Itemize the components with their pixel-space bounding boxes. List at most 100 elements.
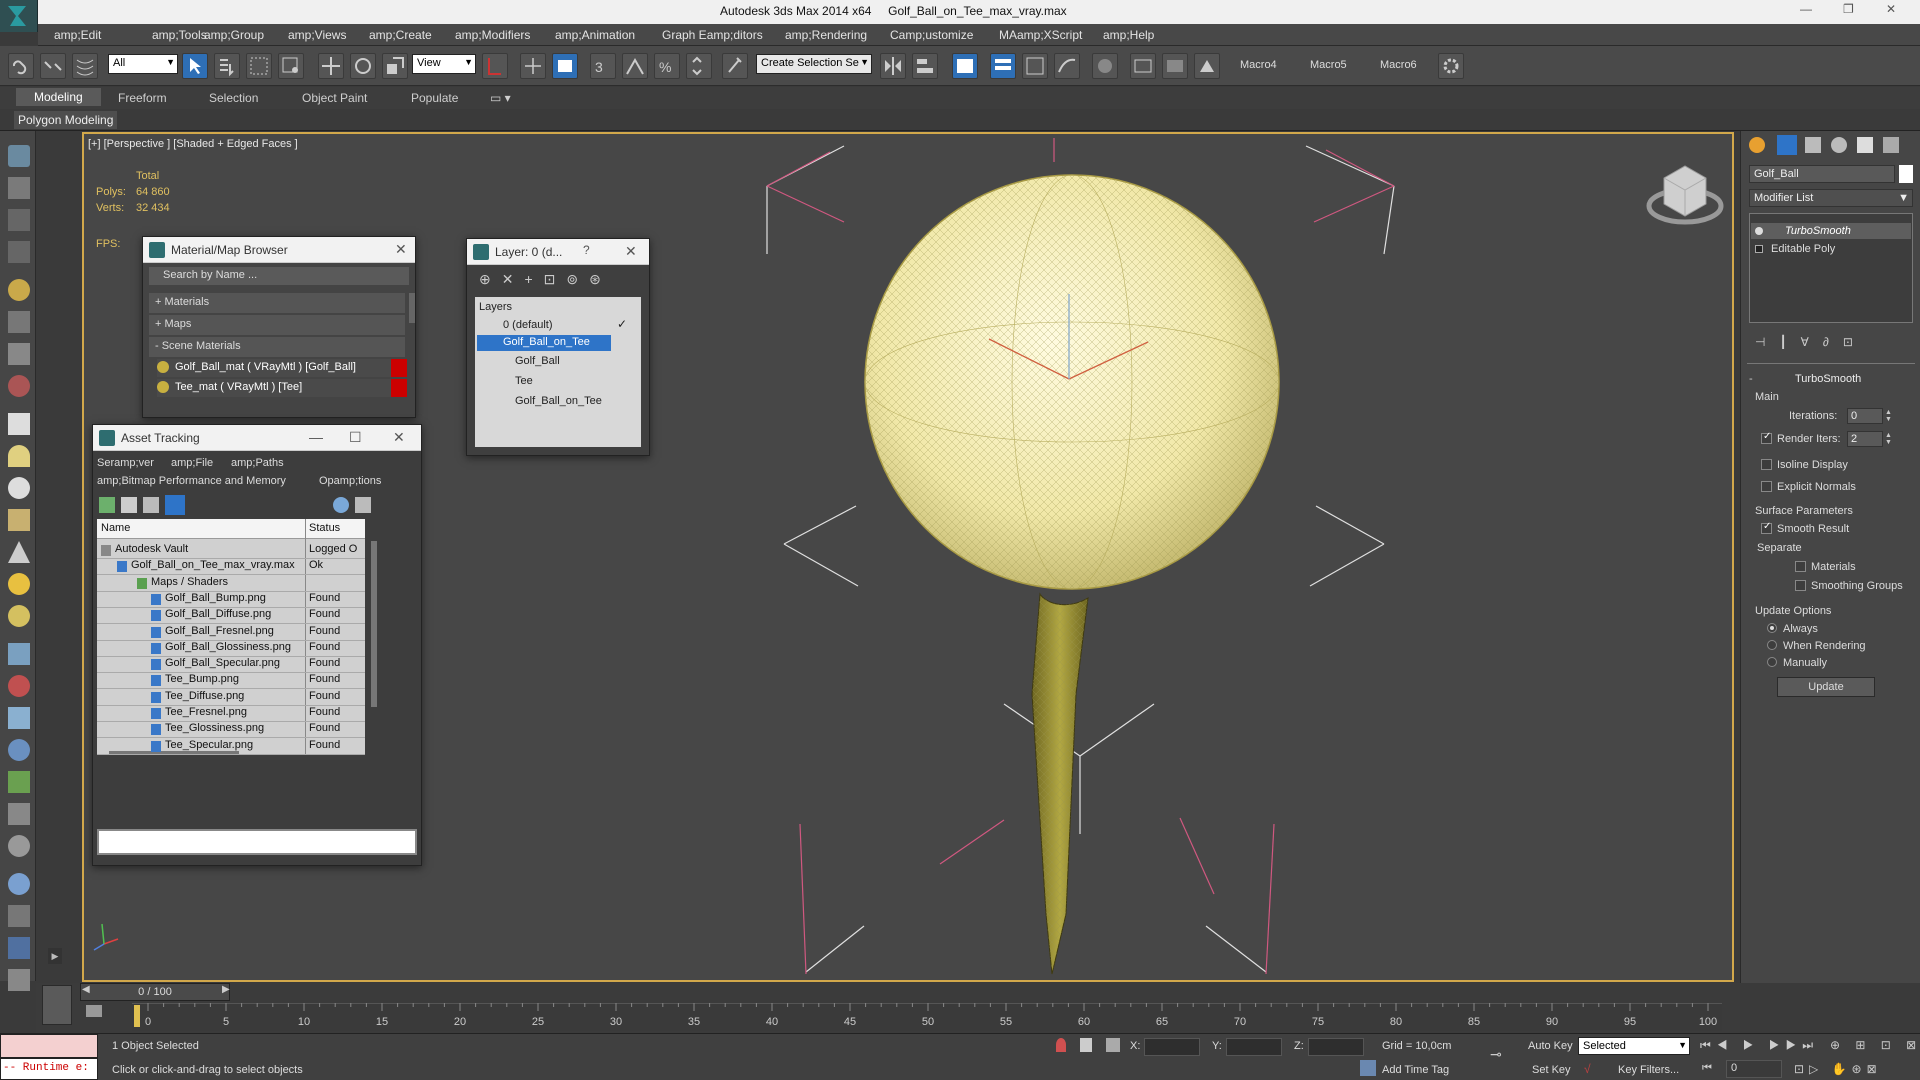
scene-materials-group[interactable]: - Scene Materials — [149, 337, 405, 357]
utilities-tab-icon[interactable] — [1883, 137, 1899, 153]
asset-menu-options[interactable]: Opamp;tions — [319, 475, 381, 487]
select-and-move-icon[interactable] — [318, 53, 344, 79]
app-logo-icon[interactable] — [0, 0, 38, 32]
toggle-layer-explorer-icon[interactable] — [990, 53, 1016, 79]
select-object-icon[interactable] — [182, 53, 208, 79]
globe-icon[interactable] — [8, 873, 30, 895]
key-curve-icon[interactable]: √ — [1584, 1062, 1598, 1076]
mirror-icon[interactable] — [880, 53, 906, 79]
snaps-toggle-icon[interactable]: 3 — [590, 53, 616, 79]
layer-row-golf-ball-on-tee[interactable]: Golf_Ball_on_Tee — [503, 336, 590, 348]
y-coordinate-input[interactable] — [1226, 1038, 1282, 1056]
table-view-icon[interactable] — [165, 495, 185, 515]
maximize-button[interactable]: ❐ — [1843, 2, 1854, 16]
selection-lock-icon[interactable] — [1080, 1038, 1092, 1052]
mini-listener-button[interactable] — [42, 985, 72, 1025]
menu-rendering[interactable]: amp;Rendering — [785, 28, 867, 42]
column-status-header[interactable]: Status — [309, 522, 340, 534]
keyboard-shortcut-override-icon[interactable] — [552, 53, 578, 79]
layer-explorer-window[interactable]: Layer: 0 (d... ? ✕ ⊕✕+⊡⊚⊛ Layers 0 (defa… — [466, 238, 650, 456]
menu-customize[interactable]: Camp;ustomize — [890, 28, 973, 42]
selection-filter-dropdown[interactable]: All ▼ — [108, 54, 178, 74]
select-manipulate-icon[interactable] — [520, 53, 546, 79]
bind-space-warp-icon[interactable] — [72, 53, 98, 79]
hierarchy-tab-icon[interactable] — [1805, 137, 1821, 153]
asset-tracking-header[interactable]: Asset Tracking — ☐ ✕ — [93, 425, 421, 451]
layer-toolbar[interactable]: ⊕✕+⊡⊚⊛ — [479, 271, 612, 288]
tab-populate[interactable]: Populate — [411, 91, 458, 105]
menu-modifiers[interactable]: amp;Modifiers — [455, 28, 530, 42]
clipboard-icon[interactable] — [8, 969, 30, 991]
material-browser-scrollbar[interactable] — [409, 293, 415, 323]
asset-vertical-scrollbar[interactable] — [371, 541, 377, 707]
separate-materials-checkbox[interactable] — [1795, 561, 1806, 572]
helper-icon[interactable] — [8, 343, 30, 365]
menu-group[interactable]: amp;Group — [204, 28, 264, 42]
update-button[interactable]: Update — [1777, 677, 1875, 697]
object-name-field[interactable]: Golf_Ball — [1749, 165, 1895, 183]
tab-modeling[interactable]: Modeling — [16, 88, 101, 106]
current-frame-input[interactable]: 0 — [1726, 1060, 1782, 1078]
asset-name[interactable]: Golf_Ball_Specular.png — [165, 657, 280, 669]
render-iters-input[interactable]: 2 — [1847, 431, 1883, 447]
sun-icon[interactable] — [8, 573, 30, 595]
select-by-name-icon[interactable] — [214, 53, 240, 79]
macro5-button[interactable]: Macro5 — [1310, 59, 1347, 71]
material-item-golf-ball[interactable]: Golf_Ball_mat ( VRayMtl ) [Golf_Ball] — [157, 359, 407, 377]
asset-maximize-button[interactable]: ☐ — [349, 429, 362, 446]
settings-icon[interactable] — [8, 739, 30, 761]
expand-icon[interactable] — [1755, 245, 1763, 253]
add-time-tag[interactable]: Add Time Tag — [1382, 1064, 1449, 1076]
material-item-tee[interactable]: Tee_mat ( VRayMtl ) [Tee] — [157, 379, 407, 397]
asset-name[interactable]: Golf_Ball_on_Tee_max_vray.max — [131, 559, 295, 571]
close-button[interactable]: ✕ — [1886, 2, 1896, 16]
asset-name[interactable]: Golf_Ball_Glossiness.png — [165, 641, 291, 653]
script-icon[interactable] — [8, 905, 30, 927]
network-icon[interactable] — [8, 707, 30, 729]
time-slider[interactable]: 0 / 100 — [80, 983, 230, 1001]
modify-tab-icon[interactable] — [1777, 135, 1797, 155]
render-icon[interactable] — [8, 177, 30, 199]
set-key-button[interactable]: Set Key — [1532, 1064, 1571, 1076]
key-selection-dropdown[interactable]: Selected ▼ — [1578, 1037, 1690, 1055]
stack-toolbar[interactable]: ⊣┃∀∂⊡ — [1755, 335, 1867, 349]
percent-snap-icon[interactable]: % — [654, 53, 680, 79]
particles-icon[interactable] — [8, 643, 30, 665]
rectangular-selection-icon[interactable] — [246, 53, 272, 79]
menu-animation[interactable]: amp;Animation — [555, 28, 635, 42]
isolate-selection-icon[interactable] — [1056, 1038, 1066, 1052]
menu-edit[interactable]: amp;Edit — [54, 28, 101, 42]
box-icon[interactable] — [8, 413, 30, 435]
macro6-button[interactable]: Macro6 — [1380, 59, 1417, 71]
expand-arrow-icon[interactable]: ▶ — [48, 948, 62, 964]
tab-object-paint[interactable]: Object Paint — [302, 91, 367, 105]
tab-freeform[interactable]: Freeform — [118, 91, 167, 105]
dome-icon[interactable] — [8, 445, 30, 467]
toggle-scene-explorer-icon[interactable] — [952, 53, 978, 79]
iterations-spinner[interactable]: ▲ ▼ — [1885, 409, 1892, 423]
key-filters-button[interactable]: Key Filters... — [1618, 1064, 1679, 1076]
grid-icon[interactable] — [8, 241, 30, 263]
curve-editor-icon[interactable] — [1054, 53, 1080, 79]
asset-name[interactable]: Tee_Diffuse.png — [165, 690, 244, 702]
perspective-viewport[interactable]: [+] [Perspective ] [Shaded + Edged Faces… — [82, 132, 1734, 982]
maxscript-listener-white[interactable]: -- Runtime e: — [0, 1058, 98, 1080]
maxscript-listener-pink[interactable] — [0, 1034, 98, 1058]
render-iters-spinner[interactable]: ▲ ▼ — [1885, 432, 1892, 446]
foliage-icon[interactable] — [8, 771, 30, 793]
menu-views[interactable]: amp;Views — [288, 28, 346, 42]
menu-graph-editors[interactable]: Graph Eamp;ditors — [662, 28, 763, 42]
asset-menu-bitmap[interactable]: amp;Bitmap Performance and Memory — [97, 475, 286, 487]
asset-tracking-window[interactable]: Asset Tracking — ☐ ✕ Seramp;ver amp;File… — [92, 424, 422, 866]
cloth-icon[interactable] — [8, 835, 30, 857]
maps-group[interactable]: + Maps — [149, 315, 405, 335]
dynamics-icon[interactable] — [8, 675, 30, 697]
refresh-icon[interactable] — [99, 497, 115, 513]
layer-row-default[interactable]: 0 (default) — [503, 319, 553, 331]
asset-menu-server[interactable]: Seramp;ver — [97, 457, 154, 469]
x-coordinate-input[interactable] — [1144, 1038, 1200, 1056]
layer-close-icon[interactable]: ✕ — [625, 243, 637, 260]
menu-create[interactable]: amp;Create — [369, 28, 432, 42]
material-map-browser-window[interactable]: Material/Map Browser ✕ Search by Name ..… — [142, 236, 416, 418]
lightbulb-icon[interactable] — [1755, 227, 1763, 235]
